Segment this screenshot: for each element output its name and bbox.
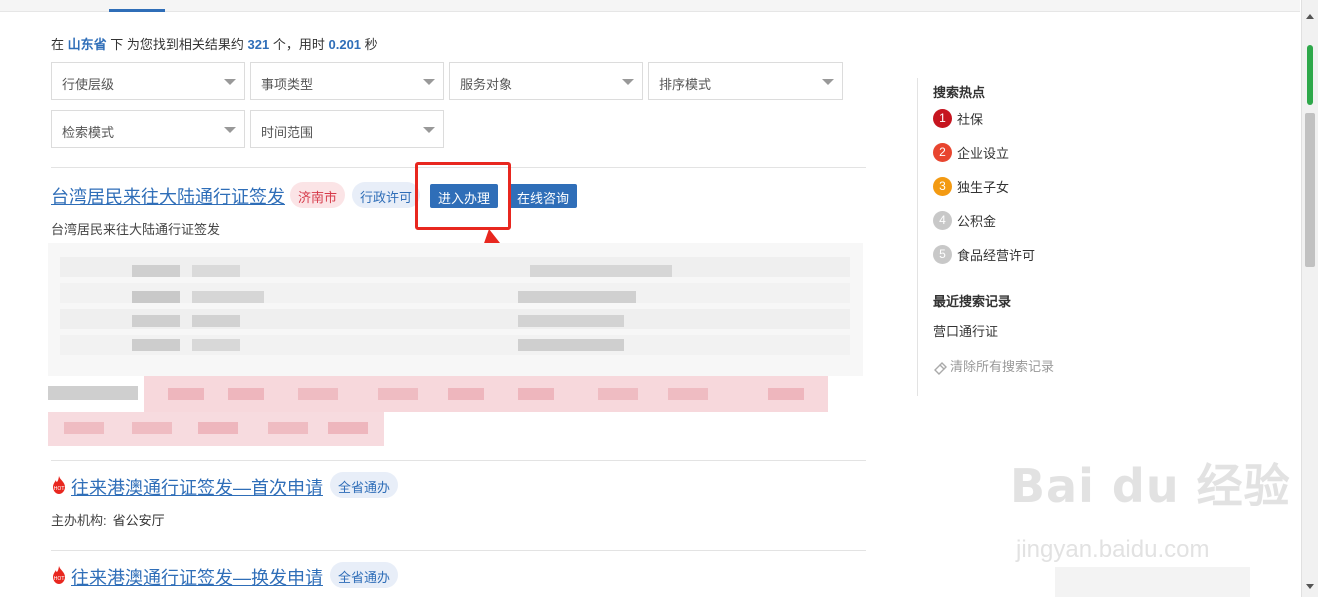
chevron-down-icon <box>822 79 834 85</box>
filter-service-target-select[interactable]: 服务对象 <box>449 62 643 100</box>
sidebar-divider <box>917 78 918 396</box>
blurred-info-table <box>48 243 863 376</box>
clear-history-link[interactable]: 清除所有搜索记录 <box>933 356 1054 375</box>
filter-level-select[interactable]: 行使层级 <box>51 62 245 100</box>
blurred-footer-area <box>1055 567 1250 597</box>
search-summary: 在 山东省 下 为您找到相关结果约 321 个，用时 0.201 秒 <box>51 37 378 52</box>
region-link[interactable]: 山东省 <box>68 37 107 52</box>
hot-item-social-security[interactable]: 1 社保 <box>933 109 983 129</box>
divider <box>51 460 866 461</box>
scroll-up-icon[interactable] <box>1306 14 1314 19</box>
city-tag: 济南市 <box>290 182 346 208</box>
result-description: 台湾居民来往大陆通行证签发 <box>51 222 221 237</box>
hot-item-housing-fund[interactable]: 4 公积金 <box>933 211 996 231</box>
vertical-scrollbar[interactable] <box>1301 0 1318 597</box>
filter-item-type-select[interactable]: 事项类型 <box>250 62 444 100</box>
svg-text:HOT: HOT <box>54 576 66 582</box>
active-tab-indicator <box>109 9 165 12</box>
blurred-pink-text <box>48 376 828 446</box>
type-tag: 行政许可 <box>352 182 421 208</box>
divider <box>51 550 866 551</box>
annotation-highlight-box <box>415 162 511 230</box>
hot-search-heading: 搜索热点 <box>933 85 986 100</box>
chevron-down-icon <box>224 79 236 85</box>
svg-text:HOT: HOT <box>54 486 66 492</box>
scroll-down-icon[interactable] <box>1306 584 1314 589</box>
filter-time-range-select[interactable]: 时间范围 <box>250 110 444 148</box>
eraser-icon <box>934 361 947 375</box>
result-title-link[interactable]: 台湾居民来往大陆通行证签发 <box>51 183 285 209</box>
scrollbar-thumb[interactable] <box>1305 113 1315 267</box>
chevron-down-icon <box>224 127 236 133</box>
filter-search-mode-select[interactable]: 检索模式 <box>51 110 245 148</box>
top-nav-bar <box>0 0 1300 12</box>
chevron-down-icon <box>423 79 435 85</box>
scroll-indicator <box>1307 45 1313 105</box>
chevron-down-icon <box>423 127 435 133</box>
filter-sort-select[interactable]: 排序模式 <box>648 62 843 100</box>
province-tag: 全省通办 <box>330 562 399 588</box>
result-title-link[interactable]: 往来港澳通行证签发—首次申请 <box>71 474 323 500</box>
online-consult-button[interactable]: 在线咨询 <box>509 184 578 208</box>
recent-search-heading: 最近搜索记录 <box>933 294 1012 309</box>
hot-item-food-license[interactable]: 5 食品经营许可 <box>933 245 1035 265</box>
chevron-down-icon <box>622 79 634 85</box>
hot-item-only-child[interactable]: 3 独生子女 <box>933 177 1009 197</box>
result-title-link[interactable]: 往来港澳通行证签发—换发申请 <box>71 564 323 590</box>
hot-flame-icon: HOT <box>53 566 66 584</box>
organizer-info: 主办机构: 省公安厅 <box>51 513 165 528</box>
hot-item-business-setup[interactable]: 2 企业设立 <box>933 143 1009 163</box>
province-tag: 全省通办 <box>330 472 399 498</box>
recent-search-item[interactable]: 营口通行证 <box>933 321 998 340</box>
hot-flame-icon: HOT <box>53 476 66 494</box>
baidu-jingyan-watermark: Bai du 经验 jingyan.baidu.com <box>1010 459 1291 563</box>
